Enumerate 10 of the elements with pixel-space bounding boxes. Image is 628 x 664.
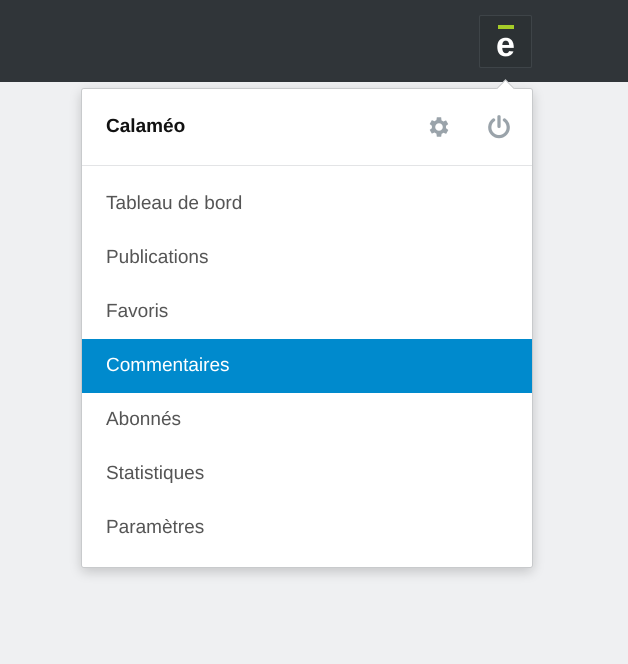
menu-item[interactable]: Paramètres bbox=[82, 501, 532, 555]
menu-item[interactable]: Tableau de bord bbox=[82, 177, 532, 231]
menu-item[interactable]: Publications bbox=[82, 231, 532, 285]
menu-title: Calaméo bbox=[106, 116, 186, 138]
menu-item[interactable]: Abonnés bbox=[82, 393, 532, 447]
menu-item[interactable]: Commentaires bbox=[82, 339, 532, 393]
logo-button[interactable]: e bbox=[479, 15, 532, 68]
menu-item[interactable]: Statistiques bbox=[82, 447, 532, 501]
menu-item[interactable]: Favoris bbox=[82, 285, 532, 339]
power-icon[interactable] bbox=[486, 114, 512, 140]
